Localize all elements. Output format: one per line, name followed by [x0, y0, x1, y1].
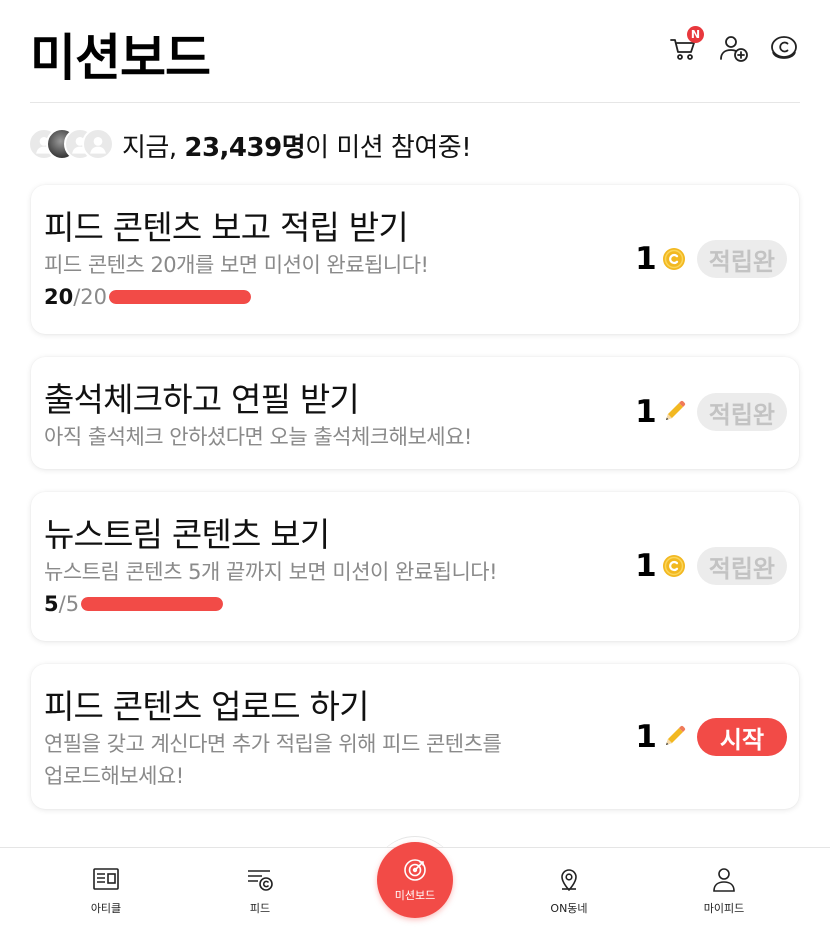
- progress-bar: [109, 290, 252, 304]
- progress-fill: [109, 290, 252, 304]
- participants-count: 23,439명: [184, 132, 306, 163]
- feed-icon: [248, 870, 273, 891]
- coin-icon: [661, 246, 687, 272]
- nav-label: 아티클: [90, 902, 122, 915]
- pencil-icon: [661, 724, 687, 750]
- mission-description: 피드 콘텐츠 20개를 보면 미션이 완료됩니다!: [44, 253, 429, 277]
- header: 미션보드 N: [0, 0, 830, 103]
- header-actions: N: [668, 26, 800, 64]
- mission-description-line: 업로드해보세요!: [44, 764, 184, 788]
- mission-title: 피드 콘텐츠 보고 적립 받기: [44, 208, 409, 247]
- target-icon: [404, 859, 426, 881]
- pencil-icon: [661, 399, 687, 425]
- add-friend-icon[interactable]: [718, 32, 750, 64]
- page-title: 미션보드: [30, 29, 211, 87]
- participants-suffix: 이 미션 참여중!: [305, 132, 472, 163]
- mission-card[interactable]: 피드 콘텐츠 업로드 하기 연필을 갖고 계신다면 추가 적립을 위해 피드 콘…: [31, 664, 799, 809]
- mission-card[interactable]: 뉴스트림 콘텐츠 보기 뉴스트림 콘텐츠 5개 끝까지 보면 미션이 완료됩니다…: [31, 492, 799, 641]
- nav-item-missionboard[interactable]: 미션보드: [377, 842, 453, 918]
- progress-current: 20: [44, 285, 74, 309]
- cart-icon[interactable]: N: [668, 26, 704, 64]
- nav-item-feed[interactable]: 피드: [210, 864, 310, 916]
- progress-current: 5: [44, 592, 59, 616]
- mission-title: 뉴스트림 콘텐츠 보기: [44, 515, 330, 554]
- coin-icon[interactable]: [768, 32, 800, 64]
- reward-amount: 1: [635, 241, 657, 277]
- status-done-button[interactable]: 적립완: [696, 547, 787, 585]
- participants-banner: 지금, 23,439명이 미션 참여중!: [28, 126, 472, 164]
- location-pin-icon: [561, 869, 577, 892]
- progress-bar: [81, 597, 224, 611]
- article-icon: [93, 868, 119, 890]
- nav-item-article[interactable]: 아티클: [56, 864, 156, 916]
- progress-total: /5: [58, 592, 80, 616]
- status-done-button[interactable]: 적립완: [696, 240, 787, 278]
- mission-reward: 1 적립완: [635, 240, 787, 278]
- nav-label: ON동네: [550, 902, 588, 915]
- mission-reward: 1 시작: [635, 718, 787, 756]
- mission-title: 출석체크하고 연필 받기: [44, 380, 360, 419]
- mission-reward: 1 적립완: [635, 393, 787, 431]
- header-divider: [30, 102, 800, 103]
- nav-label: 마이피드: [703, 902, 745, 915]
- nav-label: 미션보드: [394, 889, 436, 902]
- cart-badge: N: [687, 26, 704, 43]
- reward-amount: 1: [635, 719, 657, 755]
- mission-card[interactable]: 출석체크하고 연필 받기 아직 출석체크 안하셨다면 오늘 출석체크해보세요! …: [31, 357, 799, 469]
- mission-reward: 1 적립완: [635, 547, 787, 585]
- participants-prefix: 지금,: [122, 132, 185, 163]
- mission-progress: 5 /5: [44, 592, 224, 616]
- mission-description: 연필을 갖고 계신다면 추가 적립을 위해 피드 콘텐츠를 업로드해보세요!: [44, 728, 502, 792]
- mission-description: 뉴스트림 콘텐츠 5개 끝까지 보면 미션이 완료됩니다!: [44, 560, 498, 584]
- participants-text: 지금, 23,439명이 미션 참여중!: [122, 127, 472, 164]
- mission-progress: 20 /20: [44, 285, 252, 309]
- nav-item-on-neighborhood[interactable]: ON동네: [519, 864, 619, 916]
- progress-total: /20: [73, 285, 108, 309]
- reward-amount: 1: [635, 394, 657, 430]
- nav-label: 피드: [249, 902, 271, 915]
- progress-fill: [81, 597, 224, 611]
- mission-description: 아직 출석체크 안하셨다면 오늘 출석체크해보세요!: [44, 425, 472, 449]
- mission-description-line: 연필을 갖고 계신다면 추가 적립을 위해 피드 콘텐츠를: [44, 732, 502, 756]
- start-button[interactable]: 시작: [697, 718, 787, 756]
- participant-avatars: [28, 128, 116, 162]
- person-icon: [713, 868, 735, 892]
- reward-amount: 1: [635, 548, 657, 584]
- mission-card[interactable]: 피드 콘텐츠 보고 적립 받기 피드 콘텐츠 20개를 보면 미션이 완료됩니다…: [31, 185, 799, 334]
- status-done-button[interactable]: 적립완: [696, 393, 787, 431]
- avatar: [82, 128, 114, 160]
- coin-icon: [661, 553, 687, 579]
- mission-title: 피드 콘텐츠 업로드 하기: [44, 687, 369, 726]
- nav-item-my-feed[interactable]: 마이피드: [674, 864, 774, 916]
